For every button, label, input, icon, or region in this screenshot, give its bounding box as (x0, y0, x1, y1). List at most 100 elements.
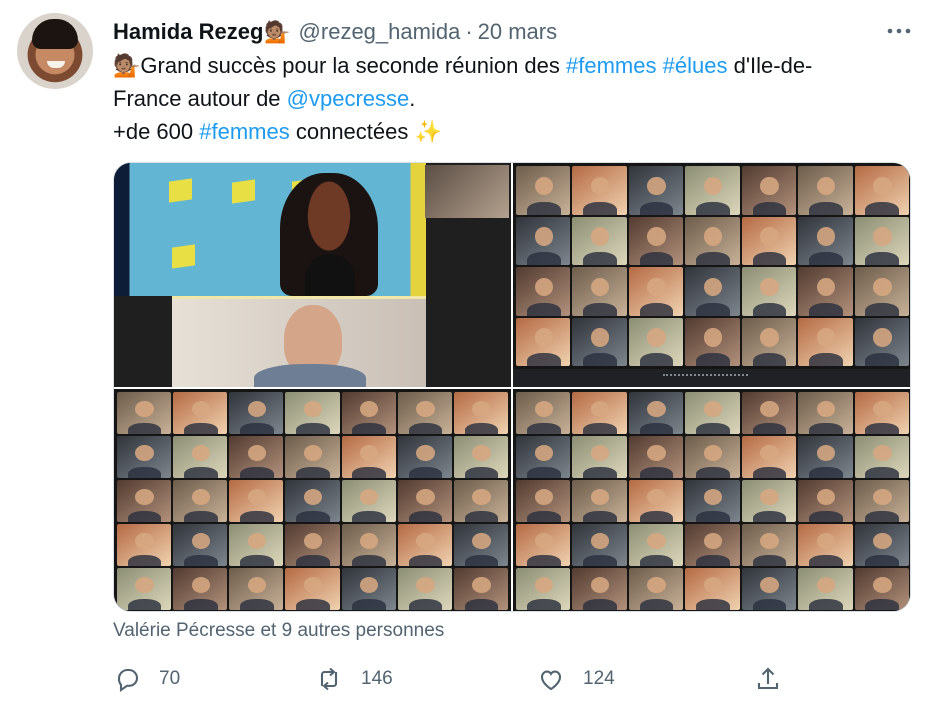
participant-tile (854, 568, 909, 610)
participant-tile (285, 392, 340, 434)
participant-tile (798, 166, 853, 215)
retweet-icon (320, 667, 338, 691)
participant-tile (572, 568, 627, 610)
participant-tile (173, 568, 228, 610)
participant-tile (685, 317, 740, 366)
media-photo-1[interactable] (114, 163, 511, 387)
participant-tile (397, 568, 452, 610)
participant-tile (285, 436, 340, 478)
retweet-button[interactable]: 146 (315, 659, 393, 699)
more-icon[interactable] (884, 16, 914, 46)
author-avatar[interactable] (17, 13, 93, 89)
participant-tile (516, 524, 571, 566)
participant-tile (685, 267, 740, 316)
tweet[interactable]: Hamida Rezeg 💁🏽 @rezeg_hamida · 20 mars … (0, 0, 946, 718)
video-controls-bar (513, 369, 910, 387)
participant-tile (453, 524, 508, 566)
participant-grid (114, 389, 511, 611)
participant-tile (173, 392, 228, 434)
participant-tile (628, 524, 684, 566)
participant-tile (628, 480, 684, 522)
participant-tile (798, 524, 853, 566)
participant-tile (854, 436, 909, 478)
participant-tile (173, 436, 228, 478)
participant-tile (453, 436, 508, 478)
participant-tile (854, 166, 909, 215)
participant-tile (397, 436, 452, 478)
participant-tile (685, 480, 740, 522)
author-handle[interactable]: @rezeg_hamida (299, 19, 461, 45)
like-button[interactable]: 124 (537, 659, 615, 699)
participant-tile (685, 524, 740, 566)
reply-button[interactable]: 70 (113, 659, 180, 699)
participant-tile (628, 317, 684, 366)
participant-tile (453, 392, 508, 434)
participant-tile (572, 480, 627, 522)
participant-grid (513, 163, 910, 369)
participant-tile (741, 524, 797, 566)
participant-tile (572, 392, 627, 434)
tweet-text-line-1: 💁🏽Grand succès pour la seconde réunion d… (113, 49, 913, 82)
participant-tile (173, 480, 228, 522)
hashtag-femmes[interactable]: #femmes (566, 53, 656, 78)
participant-tile (397, 480, 452, 522)
participant-tile (341, 480, 396, 522)
tweet-text-segment: France autour de (113, 86, 287, 111)
participant-tile (854, 267, 909, 316)
video-call-background (114, 163, 426, 296)
participant-tile (798, 568, 853, 610)
participant-tile (572, 166, 627, 215)
participant-video (425, 165, 509, 218)
participant-tile (685, 436, 740, 478)
participant-tile (685, 568, 740, 610)
participant-tile (117, 480, 172, 522)
tweet-date[interactable]: 20 mars (478, 19, 557, 45)
participant-tile (628, 216, 684, 265)
reply-icon (117, 668, 139, 693)
participant-tile (798, 436, 853, 478)
participant-tile (628, 166, 684, 215)
participant-tile (229, 524, 284, 566)
yellow-shape (169, 178, 192, 203)
share-icon (757, 667, 779, 690)
participant-tile (741, 267, 797, 316)
tweet-media-grid (113, 162, 911, 612)
participant-tile (854, 216, 909, 265)
participant-tile (229, 436, 284, 478)
yellow-shape (172, 244, 195, 269)
participant-tile (798, 392, 853, 434)
participant-tile (798, 216, 853, 265)
author-display-name[interactable]: Hamida Rezeg (113, 19, 263, 45)
participant-tile (628, 436, 684, 478)
liked-by-summary[interactable]: Valérie Pécresse et 9 autres personnes (113, 620, 444, 642)
second-speaker (172, 296, 426, 387)
media-photo-2[interactable] (513, 163, 910, 387)
participant-tile (854, 317, 909, 366)
participant-tile (628, 267, 684, 316)
participant-tile (397, 524, 452, 566)
participant-tile (572, 524, 627, 566)
participant-tile (572, 216, 627, 265)
participant-tile (798, 317, 853, 366)
heart-icon (540, 670, 562, 691)
hashtag-femmes[interactable]: #femmes (199, 119, 289, 144)
hashtag-elues[interactable]: #élues (663, 53, 728, 78)
mention-vpecresse[interactable]: @vpecresse (287, 86, 410, 111)
participant-tile (854, 480, 909, 522)
tweet-actions: 70 146 124 (113, 659, 793, 701)
participant-tile (285, 568, 340, 610)
media-photo-4[interactable] (513, 389, 910, 611)
tweet-emoji: 💁🏽 (113, 53, 141, 78)
participant-tile (173, 524, 228, 566)
media-photo-3[interactable] (114, 389, 511, 611)
participant-tile (516, 166, 571, 215)
tweet-text-line-3: +de 600 #femmes connectées ✨ (113, 115, 913, 148)
participant-tile (516, 480, 571, 522)
participant-tile (397, 392, 452, 434)
participant-tile (117, 392, 172, 434)
author-name-emoji: 💁🏽 (264, 20, 291, 44)
participant-tile (741, 216, 797, 265)
avatar-hair (32, 19, 78, 49)
participant-tile (229, 392, 284, 434)
share-button[interactable] (754, 659, 782, 699)
